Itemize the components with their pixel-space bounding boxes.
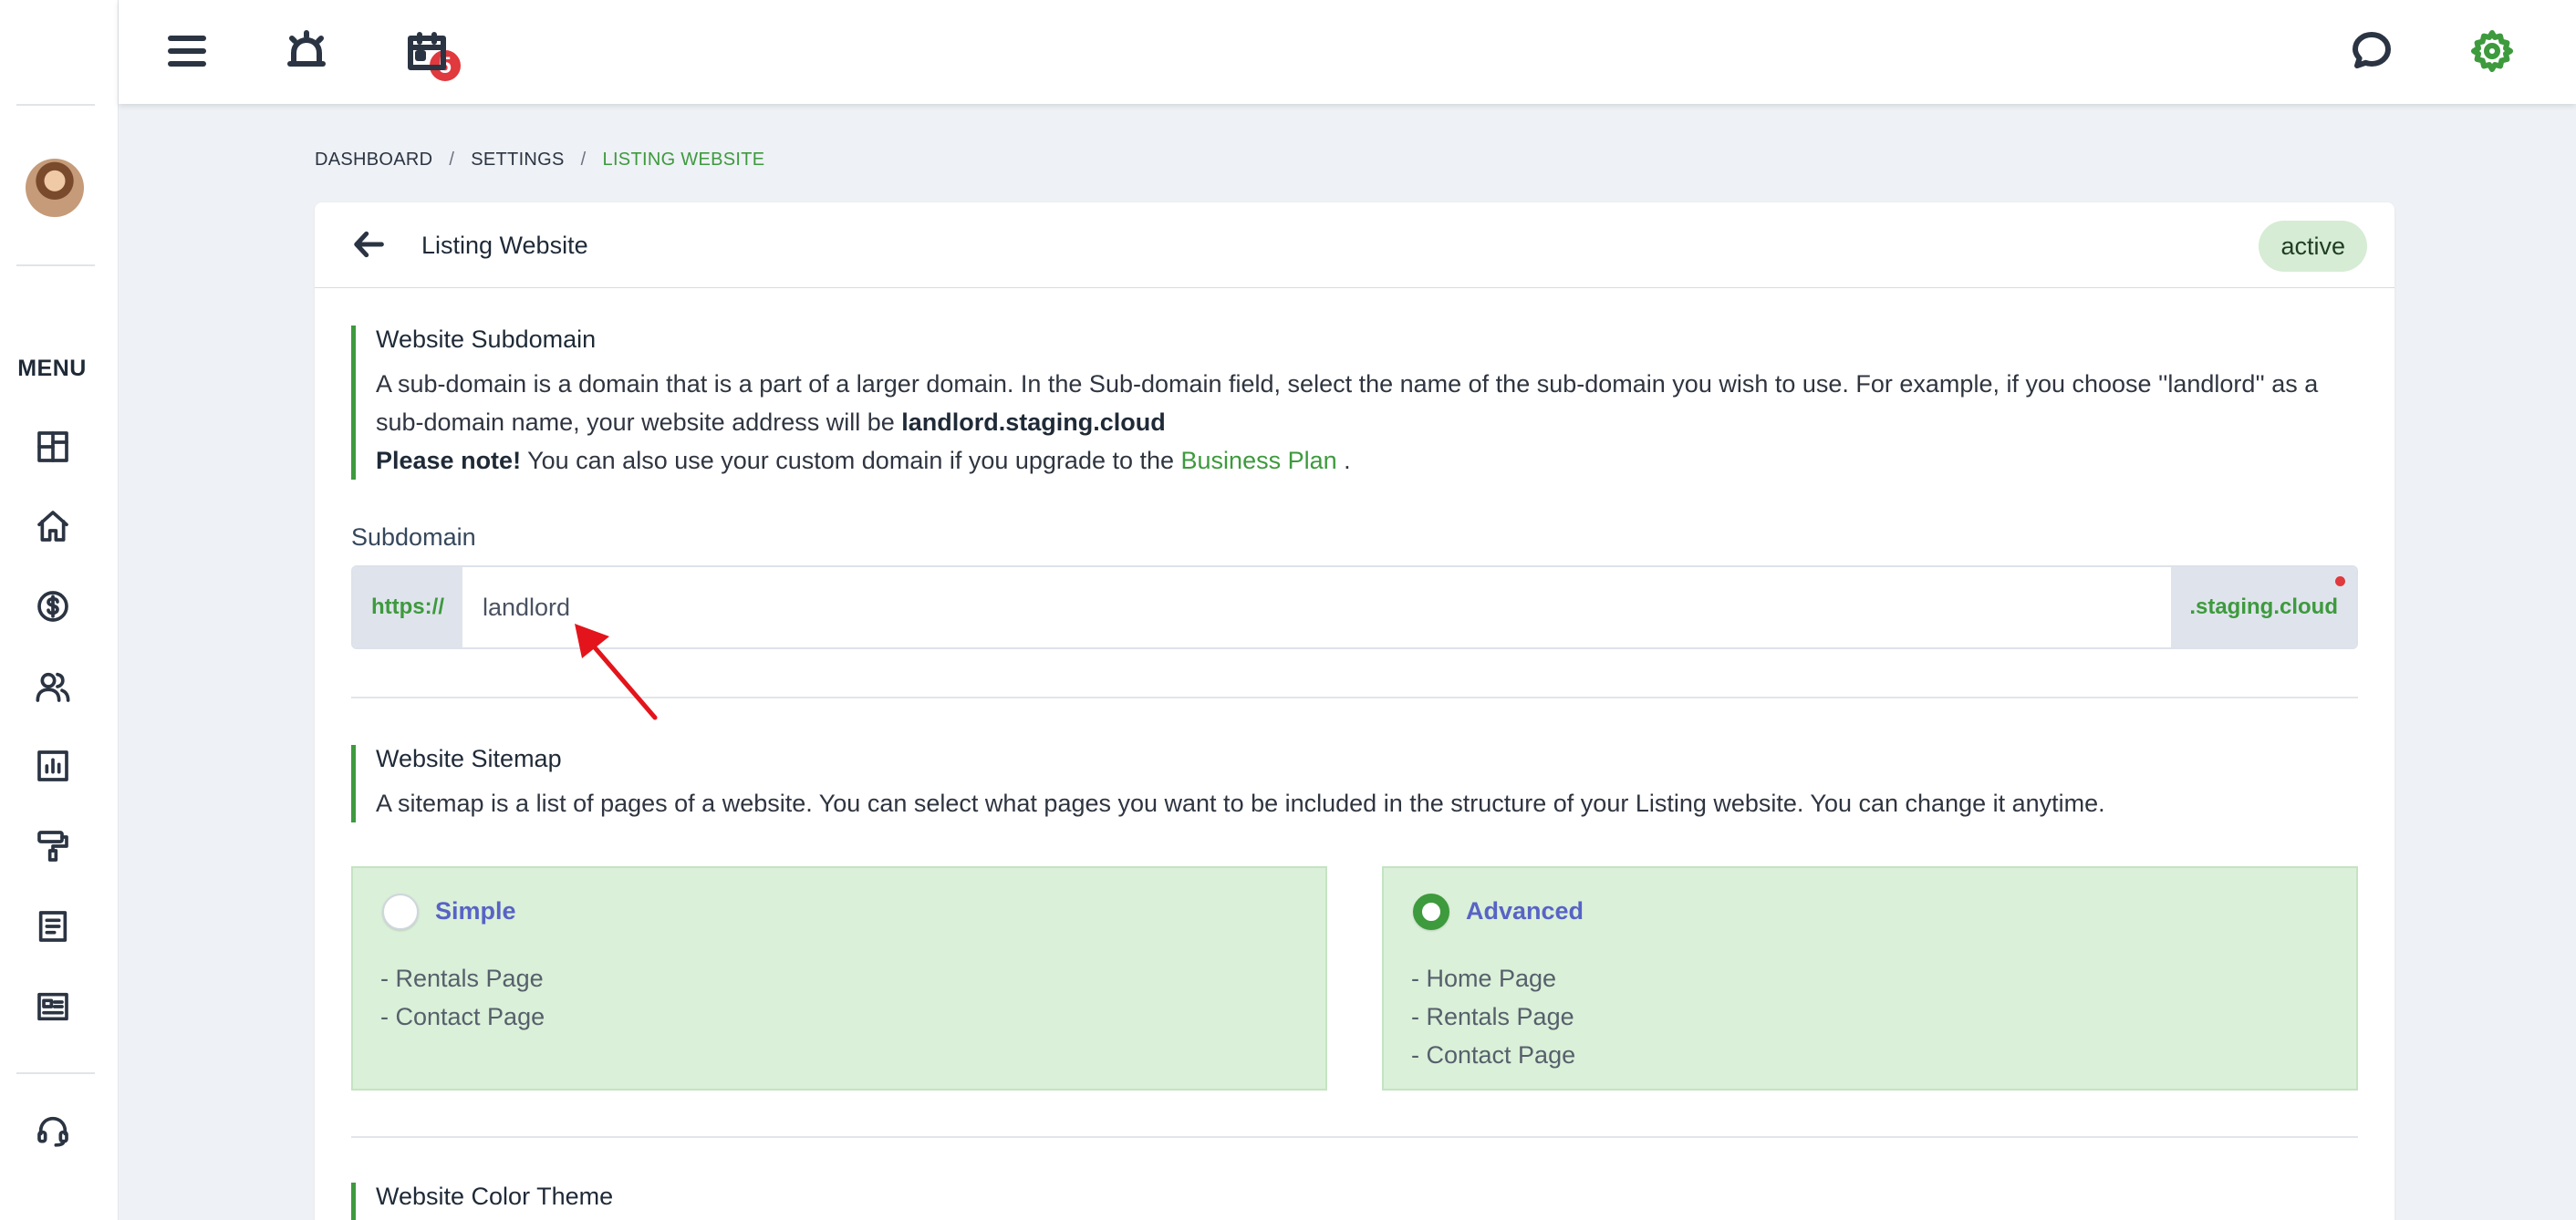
- simple-radio[interactable]: [382, 894, 419, 930]
- list-item: - Home Page: [1411, 965, 1557, 992]
- list-item: - Contact Page: [1411, 1041, 1576, 1069]
- users-icon[interactable]: [33, 667, 73, 707]
- section-title: Website Subdomain: [376, 326, 597, 353]
- upgrade-note: Please note! You can also use your custo…: [376, 441, 2358, 480]
- page-list: - Home Page - Rentals Page - Contact Pag…: [1411, 959, 1575, 1074]
- sidebar: MENU: [0, 0, 119, 1220]
- dollar-icon[interactable]: [33, 586, 73, 626]
- sidebar-divider: [16, 104, 95, 106]
- document-icon[interactable]: [33, 906, 73, 946]
- list-item: - Rentals Page: [1411, 1003, 1574, 1030]
- back-arrow-icon[interactable]: [351, 226, 388, 263]
- alarm-bell-icon[interactable]: [281, 26, 332, 77]
- section-title: Website Color Theme: [376, 1183, 614, 1210]
- hamburger-menu-icon[interactable]: [161, 26, 213, 77]
- section-description: A sub-domain is a domain that is a part …: [376, 365, 2358, 441]
- card-header: Listing Website active: [315, 202, 2394, 288]
- sitemap-option-simple[interactable]: Simple - Rentals Page - Contact Page: [351, 866, 1327, 1091]
- sidebar-divider: [16, 264, 95, 266]
- reports-icon[interactable]: [33, 746, 73, 786]
- section-description: A sitemap is a list of pages of a websit…: [376, 790, 2105, 817]
- status-badge: active: [2259, 221, 2367, 272]
- annotation-arrow-icon: [575, 624, 658, 720]
- note-label: Please note!: [376, 447, 522, 474]
- settings-gear-icon[interactable]: [2467, 26, 2518, 77]
- page-title: Listing Website: [421, 232, 588, 259]
- menu-label: MENU: [17, 356, 87, 381]
- breadcrumb-separator: /: [580, 150, 587, 170]
- required-dot: [2335, 576, 2345, 586]
- note-text: You can also use your custom domain if y…: [521, 447, 1181, 474]
- section-divider: [351, 1136, 2358, 1138]
- breadcrumb-separator: /: [449, 150, 455, 170]
- home-icon[interactable]: [33, 506, 73, 546]
- list-item: - Rentals Page: [380, 965, 544, 992]
- breadcrumb-dashboard[interactable]: DASHBOARD: [315, 150, 432, 171]
- url-prefix: https://: [353, 567, 462, 647]
- sitemap-option-advanced[interactable]: Advanced - Home Page - Rentals Page - Co…: [1382, 866, 2358, 1091]
- paint-roller-icon[interactable]: [33, 826, 73, 866]
- option-title: Simple: [435, 897, 516, 925]
- breadcrumb-current: LISTING WEBSITE: [602, 150, 765, 170]
- breadcrumb: DASHBOARD / SETTINGS / LISTING WEBSITE: [315, 150, 764, 171]
- subdomain-input[interactable]: [462, 567, 2172, 647]
- support-headset-icon[interactable]: [33, 1111, 73, 1151]
- example-domain: landlord.staging.cloud: [901, 408, 1166, 436]
- sidebar-divider: [16, 1072, 95, 1074]
- page-list: - Rentals Page - Contact Page: [380, 959, 545, 1036]
- topbar: 5: [119, 0, 2576, 104]
- section-title: Website Sitemap: [376, 745, 562, 772]
- color-theme-section: Website Color Theme: [351, 1183, 2358, 1220]
- subdomain-section: Website Subdomain A sub-domain is a doma…: [351, 326, 2358, 480]
- avatar[interactable]: [26, 159, 84, 217]
- listing-card-icon[interactable]: [33, 987, 73, 1027]
- description-text: A sub-domain is a domain that is a part …: [376, 370, 2319, 436]
- sitemap-section: Website Sitemap A sitemap is a list of p…: [351, 745, 2358, 822]
- subdomain-label: Subdomain: [351, 523, 476, 551]
- option-title: Advanced: [1466, 897, 1584, 925]
- advanced-radio[interactable]: [1413, 894, 1449, 930]
- note-end: .: [1336, 447, 1351, 474]
- dashboard-icon[interactable]: [33, 427, 73, 467]
- calendar-icon[interactable]: [401, 26, 452, 77]
- breadcrumb-settings[interactable]: SETTINGS: [471, 150, 564, 171]
- domain-suffix-text: .staging.cloud: [2189, 594, 2338, 619]
- domain-suffix: .staging.cloud: [2171, 567, 2356, 647]
- business-plan-link[interactable]: Business Plan: [1181, 447, 1337, 474]
- list-item: - Contact Page: [380, 1003, 545, 1030]
- chat-bubble-icon[interactable]: [2346, 26, 2397, 77]
